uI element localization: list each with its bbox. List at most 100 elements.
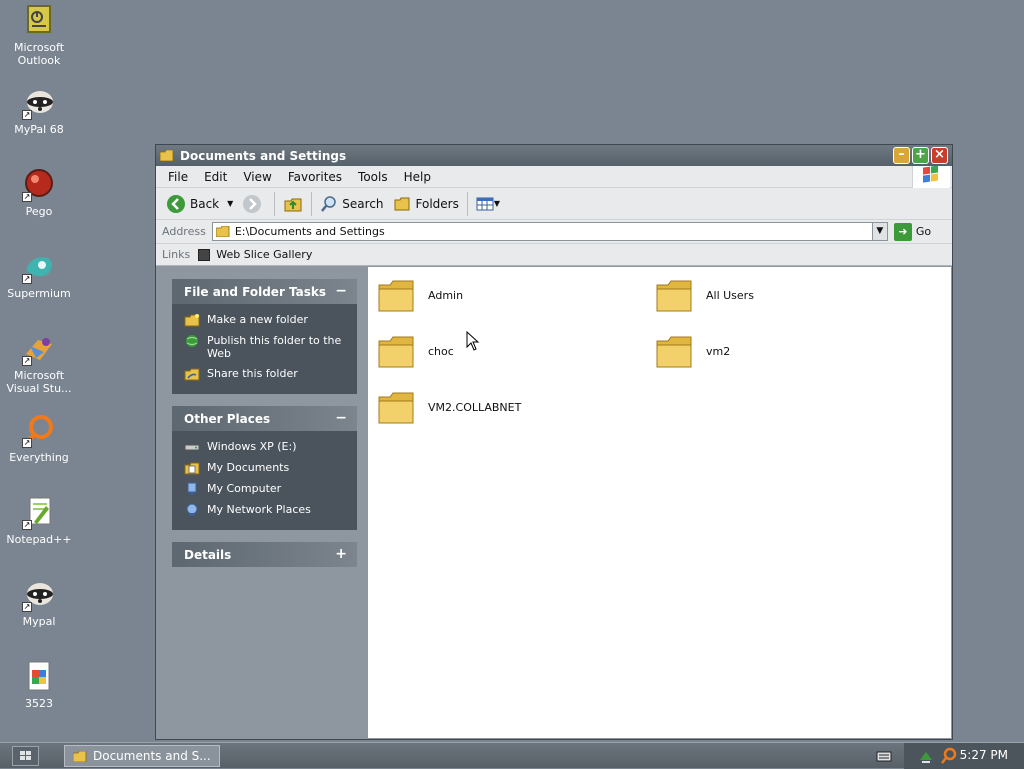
desktop-icon-3523[interactable]: 3523 [0, 660, 78, 710]
window-content: File and Folder Tasks − Make a new folde… [157, 267, 951, 738]
minimize-button[interactable]: – [893, 147, 910, 164]
mouse-cursor-icon [466, 331, 480, 351]
views-button[interactable]: ▼ [471, 191, 505, 217]
back-button[interactable]: Back ▼ [162, 191, 238, 217]
taskbar: Documents and S... 5:27 PM [0, 742, 1024, 769]
panel-title: Other Places [184, 411, 271, 426]
shortcut-arrow-icon: ↗ [22, 520, 32, 530]
folders-label: Folders [415, 196, 459, 211]
other-places-header[interactable]: Other Places − [172, 406, 357, 431]
up-folder-icon [284, 198, 302, 211]
folder-item[interactable]: All Users [656, 277, 754, 313]
desktop-icon-mypal[interactable]: ↗ Mypal [0, 578, 78, 628]
menu-edit[interactable]: Edit [196, 170, 235, 184]
address-value: E:\Documents and Settings [234, 225, 385, 238]
menu-file[interactable]: File [160, 170, 196, 184]
address-bar: Address E:\Documents and Settings ▼ ➜ Go [156, 220, 952, 244]
desktop-icon-outlook[interactable]: Microsoft Outlook [0, 4, 78, 67]
visual-studio-icon: ↗ [22, 332, 56, 366]
raccoon-icon: ↗ [22, 86, 56, 120]
network-status-icon[interactable] [918, 748, 934, 764]
go-label: Go [915, 225, 932, 238]
taskbar-window-button[interactable]: Documents and S... [64, 745, 220, 767]
start-button[interactable] [12, 746, 39, 766]
chevron-down-icon[interactable]: ▼ [227, 199, 233, 208]
links-bar: Links Web Slice Gallery [156, 244, 952, 266]
search-button[interactable]: Search [315, 191, 388, 217]
globe-icon [186, 335, 198, 347]
folders-button[interactable]: Folders [389, 191, 464, 217]
address-dropdown-button[interactable]: ▼ [871, 223, 887, 240]
collapse-icon[interactable]: − [335, 283, 347, 299]
file-list: Admin All Users choc vm2 VM2.COLLABNET [368, 267, 951, 738]
shortcut-arrow-icon: ↗ [22, 602, 32, 612]
share-folder-icon [184, 368, 200, 381]
panel-title: Details [184, 547, 232, 562]
desktop-icon-label: Supermium [7, 287, 71, 300]
links-label: Links [162, 248, 191, 261]
new-folder-icon [184, 314, 200, 327]
place-windows-xp-drive[interactable]: Windows XP (E:) [184, 440, 349, 454]
keyboard-icon[interactable] [876, 748, 892, 764]
address-input[interactable]: E:\Documents and Settings ▼ [211, 222, 888, 241]
task-publish-folder[interactable]: Publish this folder to the Web [184, 334, 349, 360]
place-my-documents[interactable]: My Documents [184, 461, 349, 475]
shortcut-arrow-icon: ↗ [22, 356, 32, 366]
toolbar-separator [274, 191, 276, 216]
desktop-icon-label: 3523 [25, 697, 53, 710]
menu-tools[interactable]: Tools [350, 170, 396, 184]
folder-item[interactable]: choc [378, 333, 454, 369]
place-my-network-places[interactable]: My Network Places [184, 503, 349, 517]
collapse-icon[interactable]: − [335, 410, 347, 426]
folder-icon [378, 392, 414, 424]
menu-favorites[interactable]: Favorites [280, 170, 350, 184]
desktop-icon-pego[interactable]: ↗ Pego [0, 168, 78, 218]
drive-icon [184, 444, 200, 451]
go-arrow-icon: ➜ [893, 222, 912, 241]
clock[interactable]: 5:27 PM [960, 748, 1008, 762]
forward-button[interactable] [238, 191, 271, 217]
search-tray-icon[interactable] [940, 747, 958, 765]
title-bar[interactable]: Documents and Settings – + × [156, 145, 952, 166]
place-my-computer[interactable]: My Computer [184, 482, 349, 496]
toolbar: Back ▼ Search Folders ▼ [156, 188, 952, 220]
back-label: Back [190, 196, 220, 211]
folder-icon [378, 280, 414, 312]
computer-icon [187, 482, 197, 495]
task-make-new-folder[interactable]: Make a new folder [184, 313, 349, 327]
close-button[interactable]: × [931, 147, 948, 164]
toolbar-separator [466, 191, 468, 216]
desktop-icon-notepadpp[interactable]: ↗ Notepad++ [0, 496, 78, 546]
folder-item[interactable]: vm2 [656, 333, 730, 369]
raccoon-icon: ↗ [22, 578, 56, 612]
task-share-folder[interactable]: Share this folder [184, 367, 349, 381]
folders-icon [394, 197, 410, 210]
folder-item[interactable]: Admin [378, 277, 463, 313]
file-folder-tasks-header[interactable]: File and Folder Tasks − [172, 279, 357, 304]
file-folder-tasks-panel: File and Folder Tasks − Make a new folde… [172, 279, 357, 394]
up-folder-button[interactable] [278, 191, 308, 217]
menu-view[interactable]: View [235, 170, 279, 184]
notepadpp-icon: ↗ [22, 496, 56, 530]
desktop-icon-supermium[interactable]: ↗ Supermium [0, 250, 78, 300]
desktop-icon-label: Everything [9, 451, 69, 464]
desktop-icon-mypal68[interactable]: ↗ MyPal 68 [0, 86, 78, 136]
details-header[interactable]: Details + [172, 542, 357, 567]
web-slice-icon [198, 248, 211, 261]
menu-bar: File Edit View Favorites Tools Help [156, 165, 952, 188]
outlook-icon [22, 4, 56, 38]
desktop-icon-label: MyPal 68 [14, 123, 64, 136]
desktop-icon-everything[interactable]: ↗ Everything [0, 414, 78, 464]
desktop-icon-visual-studio[interactable]: ↗ Microsoft Visual Stu... [0, 332, 78, 395]
menu-help[interactable]: Help [396, 170, 439, 184]
expand-icon[interactable]: + [335, 546, 347, 562]
folder-item[interactable]: VM2.COLLABNET [378, 389, 521, 425]
everything-icon: ↗ [22, 414, 56, 448]
link-web-slice-gallery[interactable]: Web Slice Gallery [216, 248, 312, 261]
maximize-button[interactable]: + [912, 147, 929, 164]
explorer-window: Documents and Settings – + × File Edit V… [155, 144, 953, 740]
pego-icon: ↗ [22, 168, 56, 202]
go-button[interactable]: ➜ Go [893, 222, 932, 241]
shortcut-arrow-icon: ↗ [22, 274, 32, 284]
desktop-icon-label: Microsoft Visual Stu... [6, 369, 72, 395]
